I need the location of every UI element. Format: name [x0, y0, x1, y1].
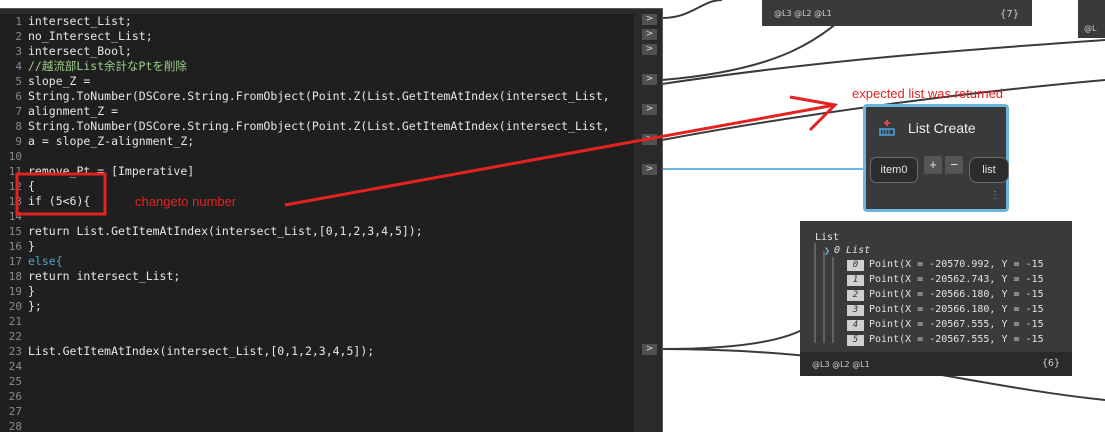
- returned-annotation: expected list was returned: [852, 86, 1004, 101]
- red-arrow-head: [789, 95, 839, 132]
- annotation-layer: [15, 95, 839, 216]
- highlight-box: [15, 172, 107, 216]
- dynamo-workspace: @L3 @L2 @L1 {7} @L 1 intersect_List; 2 no_…: [0, 0, 1105, 433]
- change-annotation: changeto number: [135, 194, 237, 209]
- red-arrow-line: [284, 103, 836, 207]
